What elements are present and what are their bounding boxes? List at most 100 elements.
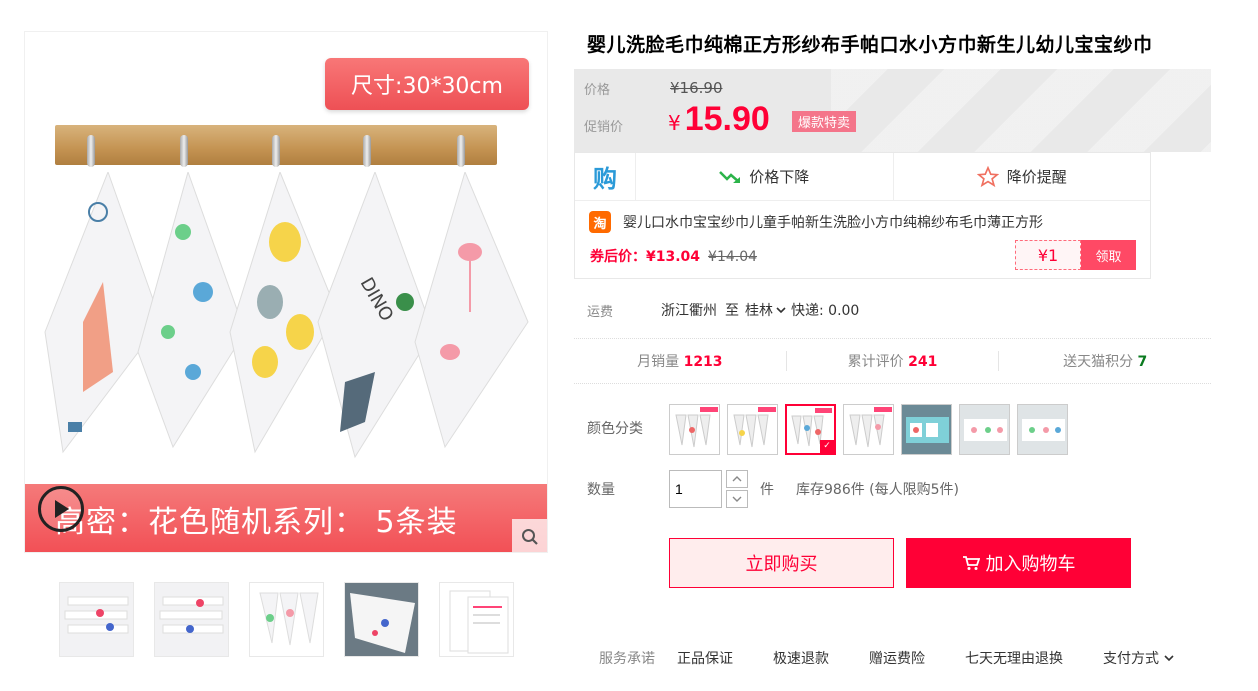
price-alert-button[interactable]: 降价提醒	[892, 153, 1151, 200]
service-label: 服务承诺	[599, 651, 655, 667]
increase-button[interactable]	[726, 470, 748, 488]
swatch-image	[728, 405, 777, 454]
thumbnail[interactable]	[439, 582, 514, 657]
hook	[87, 135, 95, 167]
tmall-points-label: 送天猫积分	[1063, 354, 1134, 370]
service-item[interactable]: 赠运费险	[869, 648, 925, 668]
cart-icon	[962, 556, 980, 570]
thumbnail[interactable]	[249, 582, 324, 657]
chevron-down-icon	[776, 307, 786, 314]
color-swatch[interactable]	[669, 404, 720, 455]
quantity-stepper	[726, 470, 748, 508]
color-swatch[interactable]	[1017, 404, 1068, 455]
color-swatch-selected[interactable]	[785, 404, 836, 455]
chevron-up-icon	[732, 476, 742, 482]
coupon-ticket[interactable]: ¥1 领取	[1015, 240, 1136, 270]
promo-value: 15.90	[684, 100, 770, 138]
service-item[interactable]: 七天无理由退换	[965, 648, 1063, 668]
add-to-cart-label: 加入购物车	[985, 554, 1076, 575]
monthly-sales-value: 1213	[683, 354, 723, 370]
destination-select[interactable]: 桂林	[745, 300, 787, 320]
swatch-image	[844, 405, 893, 454]
buy-logo: 购	[575, 153, 636, 200]
zoom-button[interactable]	[512, 519, 547, 552]
destination-value: 桂林	[745, 303, 773, 319]
decrease-button[interactable]	[726, 490, 748, 508]
tmall-points-value: 7	[1137, 354, 1148, 370]
thumbnail-image	[345, 583, 418, 656]
add-to-cart-button[interactable]: 加入购物车	[906, 538, 1131, 588]
price-panel: 价格 ¥16.90 促销价 ¥15.90 爆款特卖	[574, 69, 1211, 152]
price-alert-label: 降价提醒	[1006, 168, 1067, 186]
hook	[180, 135, 188, 167]
sales-stats: 月销量 1213 累计评价 241 送天猫积分 7	[574, 338, 1211, 384]
service-item[interactable]: 极速退款	[773, 648, 829, 668]
coupon-item[interactable]: 淘 婴儿口水巾宝宝纱巾儿童手帕新生洗脸小方巾纯棉纱布毛巾薄正方形	[589, 211, 1043, 233]
quantity-row: 数量 件 库存986件 (每人限购5件)	[587, 470, 959, 508]
color-label: 颜色分类	[587, 421, 643, 437]
hook	[363, 135, 371, 167]
shipping-from: 浙江衢州	[661, 303, 717, 319]
product-title: 婴儿洗脸毛巾纯棉正方形纱布手帕口水小方巾新生儿幼儿宝宝纱巾	[587, 34, 1153, 56]
shipping-fee: 快递: 0.00	[791, 303, 860, 319]
swatch-image	[787, 406, 834, 453]
stock-info: 库存986件 (每人限购5件)	[796, 482, 960, 498]
quantity-unit: 件	[760, 482, 774, 498]
swatch-image	[670, 405, 719, 454]
original-price: ¥16.90	[670, 79, 723, 97]
thumbnail[interactable]	[59, 582, 134, 657]
search-icon	[522, 529, 538, 545]
total-reviews[interactable]: 累计评价 241	[785, 351, 999, 371]
swatch-image	[1018, 405, 1067, 454]
shipping-row: 运费 浙江衢州 至 桂林 快递: 0.00	[587, 300, 859, 320]
hook	[272, 135, 280, 167]
thumbnail[interactable]	[344, 582, 419, 657]
panel-pattern	[831, 69, 1211, 152]
before-coupon-value: ¥14.04	[708, 249, 758, 265]
main-product-image[interactable]: 尺寸:30*30cm DINO 高密：花色随机系列： 5条装	[24, 31, 548, 553]
color-swatch[interactable]	[901, 404, 952, 455]
thumbnail-strip	[59, 582, 514, 657]
price-drop-label: 价格下降	[749, 168, 810, 186]
quantity-label: 数量	[587, 482, 615, 498]
hot-sale-tag: 爆款特卖	[792, 111, 857, 132]
color-selector: 颜色分类	[587, 404, 1068, 455]
promo-price: ¥15.90	[668, 100, 770, 139]
promo-price-label: 促销价	[584, 120, 624, 135]
tmall-points: 送天猫积分 7	[998, 351, 1211, 371]
service-item[interactable]: 正品保证	[677, 648, 733, 668]
payment-methods-label: 支付方式	[1103, 651, 1159, 667]
thumbnail-image	[250, 583, 323, 656]
quantity-input[interactable]	[669, 470, 722, 508]
color-swatch[interactable]	[843, 404, 894, 455]
buy-now-button[interactable]: 立即购买	[669, 538, 894, 588]
payment-methods-dropdown[interactable]: 支付方式	[1103, 648, 1175, 668]
promo-currency: ¥	[668, 111, 681, 135]
monthly-sales-label: 月销量	[637, 354, 680, 370]
coupon-item-title: 婴儿口水巾宝宝纱巾儿童手帕新生洗脸小方巾纯棉纱布毛巾薄正方形	[623, 215, 1043, 231]
trend-down-icon	[719, 170, 741, 183]
hook	[457, 135, 465, 167]
get-coupon-button[interactable]: 领取	[1081, 240, 1136, 270]
play-video-button[interactable]	[38, 486, 84, 532]
thumbnail[interactable]	[154, 582, 229, 657]
size-badge: 尺寸:30*30cm	[325, 58, 529, 110]
taobao-icon: 淘	[589, 211, 611, 233]
chevron-down-icon	[732, 496, 742, 502]
original-currency: ¥	[670, 79, 680, 97]
after-coupon-label: 券后价：	[590, 249, 646, 265]
price-drop-button[interactable]: 价格下降	[636, 153, 893, 200]
towel-illustration	[414, 172, 529, 449]
total-reviews-value: 241	[908, 354, 938, 370]
star-icon	[976, 165, 999, 187]
color-swatch[interactable]	[959, 404, 1010, 455]
service-promise: 服务承诺 正品保证 极速退款 赠运费险 七天无理由退换 支付方式	[599, 648, 1175, 668]
original-value: 16.90	[679, 79, 723, 97]
original-price-label: 价格	[584, 83, 611, 98]
monthly-sales: 月销量 1213	[574, 351, 786, 371]
chevron-down-icon	[1164, 655, 1174, 662]
color-swatch[interactable]	[727, 404, 778, 455]
thumbnail-image	[155, 583, 228, 656]
promo-banner: 高密：花色随机系列： 5条装	[25, 484, 547, 552]
shipping-label: 运费	[587, 304, 614, 320]
